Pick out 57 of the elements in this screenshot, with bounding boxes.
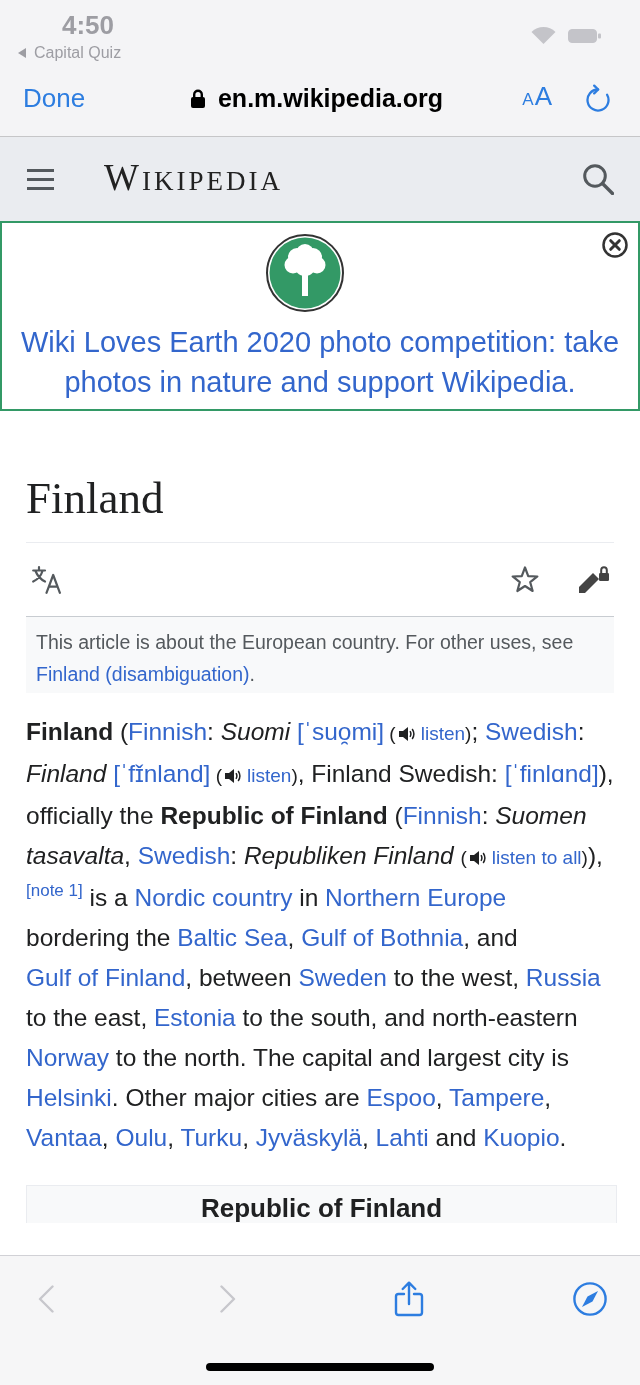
article-title: Finland [26, 471, 614, 543]
article-link[interactable]: Norway [26, 1044, 110, 1071]
speaker-icon [225, 769, 242, 783]
article-link[interactable]: Swedish [137, 842, 231, 869]
tree-icon [266, 234, 344, 312]
footnote-link[interactable]: [note 1] [26, 881, 83, 900]
language-icon[interactable] [32, 565, 62, 594]
url-text[interactable]: en.m.wikipedia.org [217, 82, 444, 114]
done-button[interactable]: Done [23, 82, 86, 114]
infobox-title: Republic of Finland [200, 1193, 443, 1223]
lock-icon [190, 88, 205, 108]
article-link[interactable]: Northern Europe [325, 884, 507, 911]
text-size-button[interactable]: AA [522, 81, 552, 115]
article-link[interactable]: Swedish [485, 718, 578, 745]
share-icon[interactable] [394, 1280, 424, 1317]
article-link[interactable]: Oulu [115, 1124, 168, 1151]
star-icon[interactable] [511, 566, 539, 593]
article-link[interactable]: Espoo [366, 1084, 436, 1111]
article-link[interactable]: Tampere [449, 1084, 545, 1111]
article-link[interactable]: Finnish [402, 802, 482, 829]
article-link[interactable]: Sweden [298, 964, 387, 991]
article-link[interactable]: Finnish [128, 718, 208, 745]
listen-link[interactable]: listen [247, 765, 292, 786]
article-link[interactable]: Estonia [154, 1004, 236, 1031]
article-link[interactable]: [ˈfɪ̌nland] [113, 760, 211, 787]
article-link[interactable]: Jyväskylä [255, 1124, 362, 1151]
article-link[interactable]: Helsinki [26, 1084, 112, 1111]
disambiguation-link[interactable]: Finland (disambiguation) [36, 663, 250, 685]
close-icon[interactable] [602, 232, 628, 258]
back-triangle-icon [18, 48, 26, 58]
article-link[interactable]: Lahti [375, 1124, 429, 1151]
speaker-icon [398, 727, 415, 741]
speaker-icon [469, 851, 486, 865]
reload-icon[interactable] [585, 84, 611, 112]
search-icon[interactable] [583, 163, 614, 195]
menu-icon[interactable] [27, 168, 54, 190]
article-link[interactable]: Russia [525, 964, 601, 991]
article-link[interactable]: Turku [180, 1124, 243, 1151]
hatnote: This article is about the European country. For other uses, see Finland (disambiguation). [26, 617, 614, 693]
article-link[interactable]: Gulf of Bothnia [301, 924, 464, 951]
article-link[interactable]: Kuopio [483, 1124, 560, 1151]
article-link[interactable]: Nordic country [134, 884, 293, 911]
listen-link[interactable]: listen [420, 723, 466, 744]
listen-link[interactable]: listen to all [491, 847, 582, 868]
banner-link[interactable]: Wiki Loves Earth 2020 photo competition: take photos in nature and support Wikipedia. [10, 322, 630, 402]
wikipedia-logo[interactable]: WIKIPEDIA [104, 157, 283, 201]
article-link[interactable]: [ˈsuo̯mi] [296, 718, 385, 745]
article-paragraph: Finland (Finnish: Suomi [ˈsuo̯mi] ( listen); Swedish: Finland [ˈfɪ̌nland] ( listen), Finland Swedish: [ˈfinlɑnd]), officially the Republic of Finland (Finnish: Suomen tasavalta, Swedish: Republiken Finland ( listen to all)), $^{[note 1]}$ is a Nordic country in Northern Europe bordering the Baltic Sea, Gulf of Bothnia, and Gulf of Finland, between Sweden to the west, Russia to the east, Estonia to the south, and north-eastern Norway to the north. The capital and largest city is Helsinki. Other major cities are Espoo, Tampere, Vantaa, Oulu, Turku, Jyväskylä, Lahti and Kuopio. [26, 717, 614, 1153]
battery-icon [568, 28, 601, 43]
article-link[interactable]: Vantaa [26, 1124, 102, 1151]
article-link[interactable]: Gulf of Finland [26, 964, 186, 991]
edit-lock-icon[interactable] [578, 565, 609, 594]
article-link[interactable]: [ˈfinlɑnd] [504, 760, 599, 787]
compass-icon[interactable] [573, 1281, 607, 1316]
status-time: 4:50 [62, 9, 115, 41]
article-link[interactable]: Baltic Sea [177, 924, 288, 951]
wifi-icon [531, 27, 556, 44]
